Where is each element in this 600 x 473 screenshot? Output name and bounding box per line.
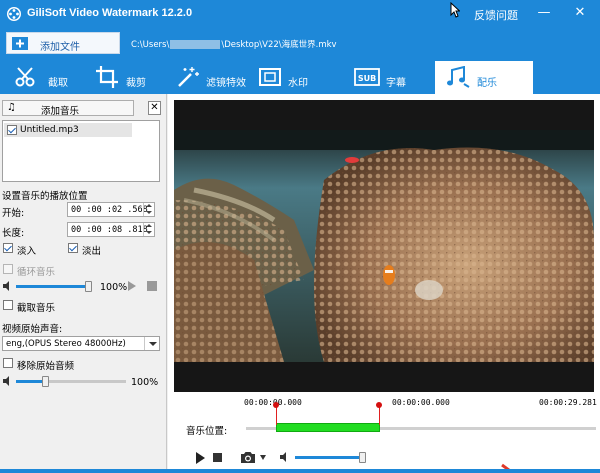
- stop-icon[interactable]: [213, 453, 222, 462]
- tab-music[interactable]: 配乐: [435, 61, 533, 94]
- subtitle-icon: SUB: [354, 68, 380, 86]
- timeline-current-time: 00:00:00.000: [392, 398, 450, 407]
- add-music-label: 添加音乐: [41, 106, 80, 117]
- file-path-suffix: \Desktop\V22\海底世界.mkv: [221, 40, 337, 50]
- tab-subtitle-label: 字幕: [386, 78, 406, 89]
- tab-crop-label: 裁剪: [126, 78, 146, 89]
- snapshot-dropdown-icon[interactable]: [260, 455, 266, 460]
- speaker-icon: [280, 452, 286, 462]
- tab-trim[interactable]: 截取: [14, 61, 82, 94]
- original-volume-slider[interactable]: [42, 376, 49, 387]
- stop-preview-icon[interactable]: [147, 281, 157, 291]
- redacted-username: [170, 40, 221, 49]
- file-bar: 添加文件 C:\Users\ \Desktop\V22\海底世界.mkv: [0, 28, 600, 58]
- add-file-label: 添加文件: [40, 42, 80, 53]
- tab-watermark-label: 水印: [288, 78, 308, 89]
- remove-original-audio-label: 移除原始音频: [17, 361, 75, 372]
- add-music-button[interactable]: ♫ 添加音乐: [2, 100, 134, 117]
- tab-crop[interactable]: 裁剪: [96, 61, 164, 94]
- minimize-button[interactable]: —: [534, 4, 554, 22]
- add-file-button[interactable]: 添加文件: [6, 32, 120, 54]
- remove-music-button[interactable]: ✕: [148, 101, 161, 115]
- start-time-spinner[interactable]: [143, 203, 154, 216]
- length-value: 00 :00 :08 .818: [71, 225, 148, 235]
- audio-track-value: eng,(OPUS Stereo 48000Hz): [6, 339, 126, 349]
- music-note-icon: ♫: [7, 102, 16, 113]
- original-audio-heading: 视频原始声音:: [2, 324, 63, 335]
- position-heading: 设置音乐的播放位置: [2, 191, 88, 202]
- music-settings-panel: ♫ 添加音乐 ✕ Untitled.mp3 设置音乐的播放位置 开始: 00 :…: [0, 94, 167, 473]
- loop-music-checkbox[interactable]: [3, 264, 13, 274]
- fade-in-label: 淡入: [17, 246, 37, 257]
- window-bottom-border: [0, 469, 600, 473]
- audio-track-select[interactable]: eng,(OPUS Stereo 48000Hz): [2, 336, 160, 351]
- remove-original-audio-checkbox[interactable]: [3, 358, 13, 368]
- app-title: GiliSoft Video Watermark 12.2.0: [27, 7, 193, 19]
- title-bar: GiliSoft Video Watermark 12.2.0 反馈问题 — ✕: [0, 0, 600, 28]
- fade-in-checkbox[interactable]: [3, 243, 13, 253]
- tab-subtitle[interactable]: SUB 字幕: [354, 61, 418, 94]
- start-time-input[interactable]: 00 :00 :02 .568: [67, 202, 155, 217]
- crop-icon: [96, 66, 118, 88]
- player-volume-fill: [295, 456, 363, 459]
- close-window-button[interactable]: ✕: [570, 4, 590, 22]
- tab-filter-effects-label: 滤镜特效: [206, 78, 246, 89]
- music-volume-slider[interactable]: [85, 281, 92, 292]
- music-volume-fill: [16, 285, 90, 288]
- player-volume-slider[interactable]: [359, 452, 366, 463]
- add-music-row: ♫ 添加音乐 ✕: [2, 100, 161, 117]
- tab-watermark[interactable]: 水印: [258, 61, 328, 94]
- timeline-end-time: 00:00:29.281: [539, 398, 597, 407]
- music-item-checkbox[interactable]: [7, 125, 17, 135]
- music-list: Untitled.mp3: [2, 120, 160, 182]
- speaker-icon: [3, 281, 9, 291]
- chevron-down-icon[interactable]: [144, 337, 159, 350]
- music-end-handle[interactable]: [376, 402, 382, 408]
- original-volume-track: [46, 380, 126, 383]
- timeline: 00:00:00.000 00:00:00.000 00:00:29.281 音…: [168, 392, 600, 473]
- play-icon[interactable]: [196, 452, 205, 464]
- speaker-icon: [3, 376, 9, 386]
- feedback-link[interactable]: 反馈问题: [474, 7, 518, 23]
- music-item-name: Untitled.mp3: [20, 125, 79, 135]
- music-note-icon: [447, 66, 470, 88]
- music-range-bar[interactable]: [276, 423, 380, 432]
- start-label: 开始:: [2, 208, 25, 219]
- loop-music-label: 循环音乐: [17, 267, 56, 278]
- app-logo-icon: [7, 7, 21, 21]
- list-item[interactable]: Untitled.mp3: [4, 123, 132, 137]
- tab-music-label: 配乐: [477, 78, 497, 89]
- svg-text:SUB: SUB: [358, 74, 376, 83]
- music-volume-value: 100%: [100, 282, 128, 293]
- watermark-icon: [259, 68, 281, 86]
- length-input[interactable]: 00 :00 :08 .818: [67, 222, 155, 237]
- music-position-label: 音乐位置:: [186, 426, 228, 437]
- fade-out-label: 淡出: [82, 246, 102, 257]
- fade-out-checkbox[interactable]: [68, 243, 78, 253]
- add-file-icon: [12, 37, 28, 50]
- preview-area: 00:00:00.000 00:00:00.000 00:00:29.281 音…: [168, 94, 600, 473]
- play-preview-icon[interactable]: [127, 281, 137, 291]
- file-path: C:\Users\ \Desktop\V22\海底世界.mkv: [131, 38, 337, 50]
- video-preview[interactable]: [174, 100, 594, 392]
- camera-icon[interactable]: [240, 451, 256, 464]
- magic-wand-icon: [178, 67, 199, 87]
- file-path-prefix: C:\Users\: [131, 40, 170, 50]
- cut-music-label: 截取音乐: [17, 303, 56, 314]
- start-time-value: 00 :00 :02 .568: [71, 205, 148, 215]
- scissors-icon: [15, 67, 35, 87]
- length-label: 长度:: [2, 228, 25, 239]
- original-volume-value: 100%: [131, 377, 159, 388]
- cut-music-checkbox[interactable]: [3, 300, 13, 310]
- video-frame-image: [174, 100, 594, 392]
- music-start-handle[interactable]: [273, 402, 279, 408]
- tab-bar: 截取 裁剪 滤镜特效 水印 SUB 字幕 配乐: [0, 58, 600, 94]
- mouse-cursor-icon: [450, 2, 460, 18]
- tab-trim-label: 截取: [48, 78, 68, 89]
- length-spinner[interactable]: [143, 223, 154, 236]
- tab-filter-effects[interactable]: 滤镜特效: [176, 61, 260, 94]
